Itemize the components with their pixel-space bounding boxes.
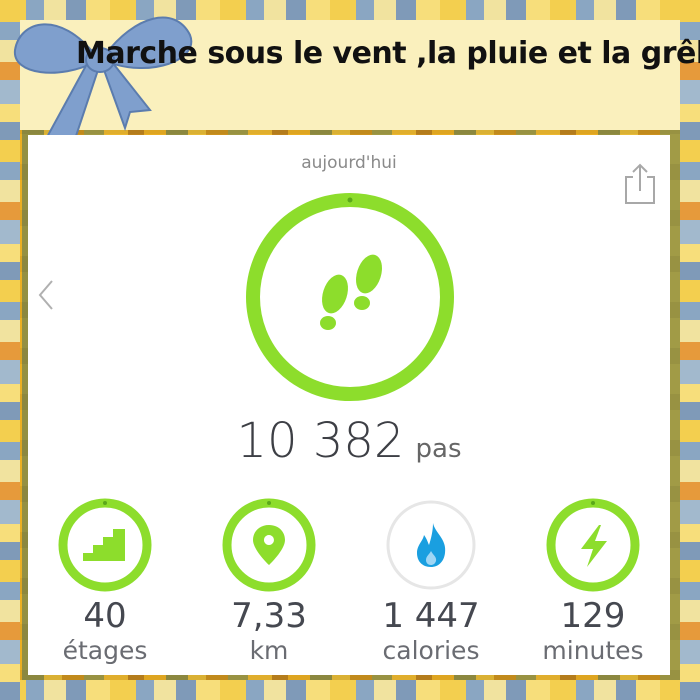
- share-icon[interactable]: [622, 161, 658, 205]
- activity-card: aujourd'hui 10 382 pas 40 étages 7,33 km…: [28, 135, 670, 675]
- stats-row: 40 étages 7,33 km 1 447 calories 129 min…: [28, 495, 670, 665]
- lightning-icon: [581, 525, 607, 567]
- stat-value: 129: [560, 596, 626, 636]
- stat-label: calories: [382, 636, 480, 665]
- floors-goal-ring: [58, 498, 152, 592]
- stat-active-minutes[interactable]: 129 minutes: [528, 495, 658, 667]
- steps-unit: pas: [415, 434, 462, 464]
- location-pin-icon: [253, 525, 285, 565]
- stat-floors[interactable]: 40 étages: [40, 495, 170, 667]
- distance-goal-ring: [222, 498, 316, 592]
- stat-value: 7,33: [231, 596, 307, 636]
- active-minutes-goal-ring: [546, 498, 640, 592]
- steps-goal-ring[interactable]: [243, 190, 457, 404]
- day-label: aujourd'hui: [301, 153, 397, 173]
- stat-value: 1 447: [382, 596, 480, 636]
- stat-calories[interactable]: 1 447 calories: [366, 495, 496, 667]
- footprints-icon: [320, 254, 382, 330]
- stat-value: 40: [83, 596, 127, 636]
- stat-label: minutes: [542, 636, 644, 665]
- photo-caption: Marche sous le vent ,la pluie et la grêl…: [76, 36, 700, 71]
- stat-label: étages: [62, 636, 148, 665]
- calories-goal-ring: [386, 500, 476, 590]
- stat-distance[interactable]: 7,33 km: [204, 495, 334, 667]
- stat-label: km: [249, 636, 289, 665]
- steps-number: 10 382: [236, 413, 405, 469]
- steps-count: 10 382 pas: [28, 413, 670, 469]
- stairs-icon: [83, 529, 125, 561]
- chevron-left-icon[interactable]: [34, 275, 58, 315]
